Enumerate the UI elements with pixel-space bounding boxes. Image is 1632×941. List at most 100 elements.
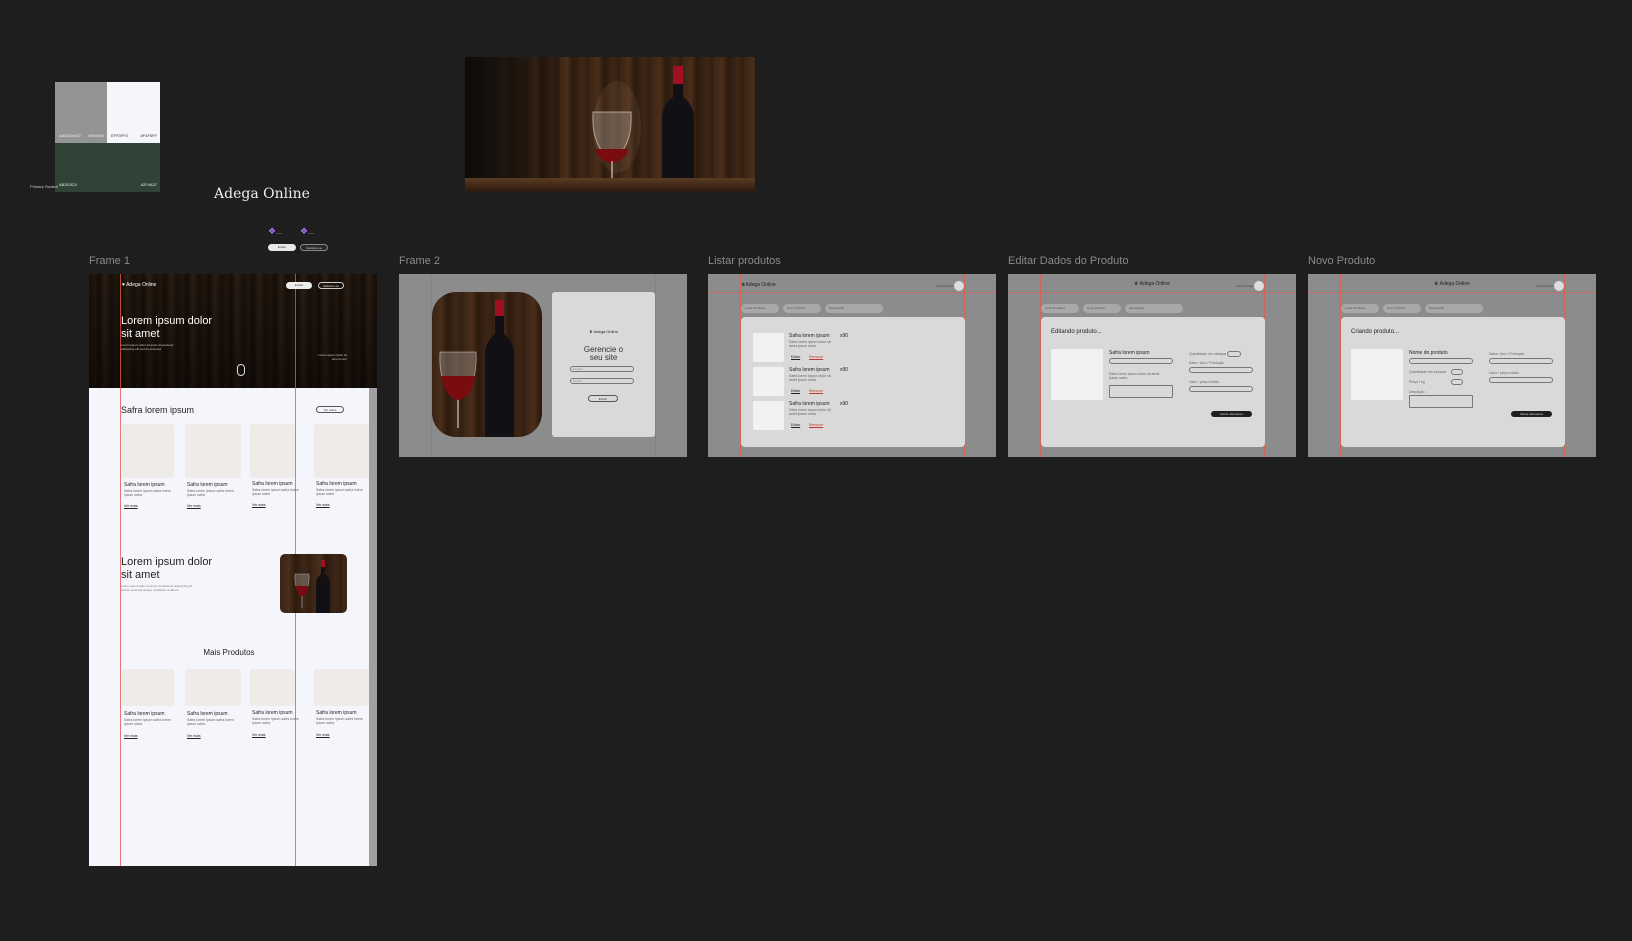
name-label: Nome do produto xyxy=(1409,350,1448,356)
product-card-image[interactable] xyxy=(185,424,241,478)
edit-product-link[interactable]: Editar xyxy=(791,389,800,393)
product-card-link[interactable]: Ver mais xyxy=(252,733,266,737)
tab-new-product[interactable]: Novo Produto xyxy=(1383,304,1421,313)
swatch-hex: #2F4A37 xyxy=(140,182,157,187)
component-button-2[interactable]: ❖... xyxy=(300,226,314,237)
product-card-link[interactable]: Ver mais xyxy=(187,734,201,738)
edit-product-link[interactable]: Editar xyxy=(791,355,800,359)
see-all-button[interactable]: Ver todos xyxy=(316,406,344,413)
product-image-upload[interactable] xyxy=(1351,349,1403,400)
swatch-hex: #F4F6FF xyxy=(140,133,157,138)
frame-list-products[interactable]: ♛Adega Online Usuário Admin Listar Produ… xyxy=(708,274,996,457)
scroll-down-icon[interactable] xyxy=(237,364,245,376)
remove-product-link[interactable]: Remover xyxy=(809,423,823,427)
price-kg-stepper[interactable] xyxy=(1451,379,1463,385)
product-card-title: Safra lorem ipsum xyxy=(252,710,293,716)
product-card-image[interactable] xyxy=(250,669,295,706)
price-input[interactable] xyxy=(1189,386,1253,392)
save-changes-button[interactable]: Salvar alterações xyxy=(1511,411,1552,417)
product-desc: Safra lorem ipsum dolor sit amet ipsum s… xyxy=(789,340,831,348)
landing-enter-button[interactable]: Entrar xyxy=(286,282,312,289)
product-name-input[interactable] xyxy=(1109,358,1173,364)
tab-navigation[interactable]: Navegação xyxy=(1425,304,1483,313)
product-card-image[interactable] xyxy=(185,669,241,706)
product-price: x90 xyxy=(840,367,849,373)
frame-new-product[interactable]: ♛ Adega Online Usuário Admin Listar Prod… xyxy=(1308,274,1596,457)
component-button-1[interactable]: ❖... xyxy=(268,226,282,237)
frame1-scrollbar[interactable] xyxy=(369,388,377,866)
field-label: Quantidade em estoque xyxy=(1409,370,1447,374)
frame-label-edit: Editar Dados do Produto xyxy=(1008,255,1129,267)
brand-title: Adega Online xyxy=(214,186,310,202)
product-image-upload[interactable] xyxy=(1051,349,1103,400)
landing-hero-side: Lorem ipsum dolor sit amet lorem xyxy=(318,353,347,361)
vintage-input[interactable] xyxy=(1489,358,1553,364)
color-palette: AADADAD0 #949494 EFF3FF0 #F4F6FF AB2D3C0… xyxy=(55,82,160,192)
product-card-image[interactable] xyxy=(122,424,174,478)
description-textarea[interactable] xyxy=(1409,395,1473,408)
admin-user-name: Usuário Admin xyxy=(1536,284,1556,288)
product-thumb xyxy=(753,401,784,430)
swatch-white: EFF3FF0 #F4F6FF xyxy=(107,82,160,143)
stock-stepper[interactable] xyxy=(1227,351,1241,357)
palette-caption: Primary Swatch xyxy=(30,184,59,189)
swatch-hex: #949494 xyxy=(88,133,104,138)
product-card-link[interactable]: Ver mais xyxy=(187,504,201,508)
product-thumb xyxy=(753,367,784,396)
product-desc: Safra lorem ipsum dolor sit amet ipsum s… xyxy=(1109,372,1160,380)
product-card-link[interactable]: Ver mais xyxy=(316,733,330,737)
product-desc-textarea[interactable] xyxy=(1109,385,1173,398)
product-card-image[interactable] xyxy=(314,424,369,478)
panel-title: Criando produto... xyxy=(1351,329,1400,335)
product-card-link[interactable]: Ver mais xyxy=(124,734,138,738)
field-label: Safra / Ano / Produção xyxy=(1489,352,1525,356)
sample-signup-button[interactable]: Cadastre-se xyxy=(300,244,328,251)
product-card-image[interactable] xyxy=(250,424,295,478)
product-card-title: Safra lorem ipsum xyxy=(316,710,357,716)
login-submit-button[interactable]: Entrar xyxy=(588,395,618,402)
tab-navigation[interactable]: Navegação xyxy=(1125,304,1183,313)
swatch-gray: AADADAD0 #949494 xyxy=(55,82,107,143)
product-name-input[interactable] xyxy=(1409,358,1473,364)
product-card-desc: Safra lorem ipsum safra lorem ipsum safr… xyxy=(187,718,234,726)
product-card-image[interactable] xyxy=(314,669,369,706)
feature-desc: Lorem ipsum dolor sit amet consectetur a… xyxy=(121,584,193,592)
component-icon: ❖ xyxy=(300,226,309,236)
admin-avatar[interactable] xyxy=(1554,281,1564,291)
tab-list-products[interactable]: Listar Produtos xyxy=(1041,304,1079,313)
login-username-input[interactable]: Usuário xyxy=(570,366,634,372)
product-card-title: Safra lorem ipsum xyxy=(187,482,228,488)
product-card-image[interactable] xyxy=(122,669,174,706)
frame1-landing-page[interactable]: ♥ Adega Online Entrar Cadastre-se Lorem … xyxy=(89,274,377,866)
sample-enter-button[interactable]: Entrar xyxy=(268,244,296,251)
edit-product-link[interactable]: Editar xyxy=(791,423,800,427)
remove-product-link[interactable]: Remover xyxy=(809,389,823,393)
frame-edit-product[interactable]: ♛ Adega Online Usuário Admin Listar Prod… xyxy=(1008,274,1296,457)
admin-avatar[interactable] xyxy=(954,281,964,291)
product-price: x90 xyxy=(840,401,849,407)
tab-list-products[interactable]: Listar Produtos xyxy=(1341,304,1379,313)
tab-new-product[interactable]: Novo Produto xyxy=(1083,304,1121,313)
landing-hero-title: Lorem ipsum dolor sit amet xyxy=(121,315,213,340)
login-password-input[interactable]: Senha xyxy=(570,378,634,384)
product-card-link[interactable]: Ver mais xyxy=(124,504,138,508)
product-card-title: Safra lorem ipsum xyxy=(124,482,165,488)
tab-list-products[interactable]: Listar Produtos xyxy=(741,304,779,313)
vintage-input[interactable] xyxy=(1189,367,1253,373)
price-input[interactable] xyxy=(1489,377,1553,383)
frame2-login[interactable]: ♛ Adega Online Gerencie o seu site Usuár… xyxy=(399,274,687,457)
product-title: Safra lorem ipsum xyxy=(789,367,830,373)
landing-signup-button[interactable]: Cadastre-se xyxy=(318,282,344,289)
remove-product-link[interactable]: Remover xyxy=(809,355,823,359)
admin-avatar[interactable] xyxy=(1254,281,1264,291)
section-title: Safra lorem ipsum xyxy=(121,405,195,415)
product-card-link[interactable]: Ver mais xyxy=(252,503,266,507)
frame-label-frame2: Frame 2 xyxy=(399,255,440,267)
product-title: Safra lorem ipsum xyxy=(789,333,830,339)
feature-wine-image xyxy=(280,554,347,613)
tab-new-product[interactable]: Novo Produto xyxy=(783,304,821,313)
save-changes-button[interactable]: Salvar alterações xyxy=(1211,411,1252,417)
tab-navigation[interactable]: Navegação xyxy=(825,304,883,313)
stock-stepper[interactable] xyxy=(1451,369,1463,375)
product-card-link[interactable]: Ver mais xyxy=(316,503,330,507)
